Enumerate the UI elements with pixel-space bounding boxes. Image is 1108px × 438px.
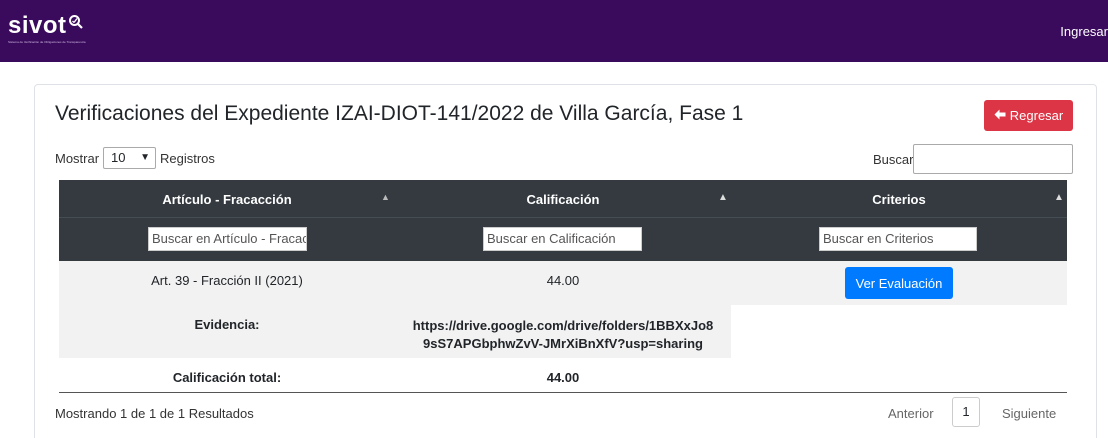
evidence-row: Evidencia: https://drive.google.com/driv… xyxy=(59,305,731,358)
sort-both-icon: ▲︎ xyxy=(718,192,728,203)
table-bottom-divider xyxy=(59,392,1067,393)
login-link[interactable]: Ingresar xyxy=(1060,24,1108,39)
total-label: Calificación total: xyxy=(172,370,282,385)
sort-asc-icon: ▲ xyxy=(381,192,390,202)
search-label: Buscar: xyxy=(873,152,918,167)
column-calificacion[interactable]: Calificación xyxy=(395,180,731,218)
pagination-page-1[interactable]: 1 xyxy=(952,397,980,427)
logo-text: sivot xyxy=(8,12,67,39)
total-value: 44.00 xyxy=(546,370,580,385)
header-row: Artículo - Fracacción ▲ Calificación ▲︎ … xyxy=(59,180,1067,218)
back-button-label: Regresar xyxy=(1009,108,1064,123)
pagination-previous[interactable]: Anterior xyxy=(888,406,934,421)
results-info: Mostrando 1 de 1 de 1 Resultados xyxy=(55,406,254,421)
column-criterios[interactable]: Criterios xyxy=(731,180,1067,218)
page-size-select[interactable]: 10 ▼ xyxy=(103,147,156,169)
magnifier-logo-icon xyxy=(68,14,84,37)
pagination-next[interactable]: Siguiente xyxy=(1002,406,1056,421)
filter-articulo-input[interactable]: Buscar en Artículo - Fracacción xyxy=(148,227,307,251)
page-size-value: 10 xyxy=(111,150,126,165)
evidence-link[interactable]: https://drive.google.com/drive/folders/1… xyxy=(395,317,731,353)
cell-calificacion: 44.00 xyxy=(546,273,580,288)
page-title: Verificaciones del Expediente IZAI-DIOT-… xyxy=(55,102,744,125)
top-navbar: sivot Sistema de Verificación de Obligac… xyxy=(0,0,1108,62)
view-evaluation-button[interactable]: Ver Evaluación xyxy=(845,267,953,299)
evidence-link-line-1: https://drive.google.com/drive/folders/1… xyxy=(412,318,714,333)
show-label: Mostrar xyxy=(55,151,100,166)
evidence-link-line-2: 9sS7APGbphwZvV-JMrXiBnXfV?usp=sharing xyxy=(423,336,703,351)
sort-both-icon: ▲︎ xyxy=(1054,192,1064,203)
filter-criterios-input[interactable]: Buscar en Criterios xyxy=(819,227,977,251)
logo-subtitle: Sistema de Verificación de Obligaciones … xyxy=(8,40,86,44)
sivot-logo[interactable]: sivot Sistema de Verificación de Obligac… xyxy=(8,14,86,54)
search-input[interactable] xyxy=(913,144,1073,174)
back-button[interactable]: Regresar xyxy=(984,100,1073,131)
table-row: Art. 39 - Fracción II (2021) 44.00 Ver E… xyxy=(59,261,1067,305)
table-header: Artículo - Fracacción ▲ Calificación ▲︎ … xyxy=(59,180,1067,261)
arrow-left-icon xyxy=(994,108,1006,123)
cell-articulo: Art. 39 - Fracción II (2021) xyxy=(151,273,303,288)
evidence-label: Evidencia: xyxy=(194,317,260,332)
column-articulo[interactable]: Artículo - Fracacción xyxy=(59,180,395,218)
records-label: Registros xyxy=(160,151,215,166)
filter-calificacion-input[interactable]: Buscar en Calificación xyxy=(483,227,642,251)
chevron-down-icon: ▼ xyxy=(140,152,150,163)
